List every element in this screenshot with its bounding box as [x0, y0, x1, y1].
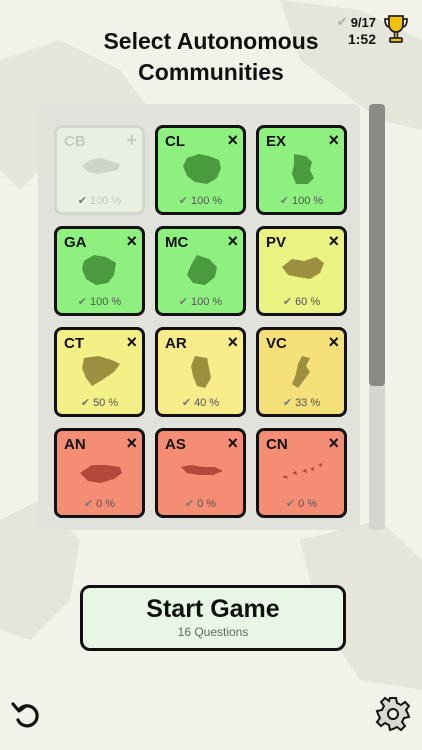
region-tile-ga[interactable]: GA × ✔ 100 % — [54, 226, 145, 316]
region-score: ✔ 0 % — [158, 497, 243, 510]
region-score: ✔ 100 % — [57, 194, 142, 207]
catalonia-shape-icon — [82, 356, 120, 386]
region-percent: 100 % — [191, 195, 223, 207]
aragon-shape-icon — [191, 356, 211, 388]
region-code: AN — [64, 436, 86, 453]
region-tile-cn[interactable]: CN × ✔ 0 % — [256, 428, 347, 518]
region-tile-ar[interactable]: AR × ✔ 40 % — [155, 327, 246, 417]
check-icon: ✔ — [80, 397, 91, 409]
region-percent: 33 % — [295, 397, 321, 409]
region-code: CB — [64, 133, 86, 150]
region-score: ✔ 100 % — [158, 194, 243, 207]
remove-icon[interactable]: × — [126, 433, 137, 453]
castilla-leon-shape-icon — [183, 154, 221, 184]
region-percent: 0 % — [298, 498, 318, 510]
region-tile-ct[interactable]: CT × ✔ 50 % — [54, 327, 145, 417]
check-icon: ✔ — [282, 397, 293, 409]
region-percent: 100 % — [90, 195, 122, 207]
regions-grid: CB + ✔ 100 % CL × ✔ 100 % EX × ✔ 100 % GA × ✔ 100 % MC × ✔… — [54, 125, 347, 518]
region-percent: 0 % — [96, 498, 116, 510]
region-percent: 0 % — [197, 498, 217, 510]
region-score: ✔ 0 % — [57, 497, 142, 510]
region-tile-as[interactable]: AS × ✔ 0 % — [155, 428, 246, 518]
canary-islands-shape-icon — [282, 463, 322, 479]
region-tile-an[interactable]: AN × ✔ 0 % — [54, 428, 145, 518]
remove-icon[interactable]: × — [328, 332, 339, 352]
region-percent: 100 % — [292, 195, 324, 207]
andalusia-shape-icon — [80, 465, 122, 483]
page-title: Select Autonomous Communities — [103, 28, 319, 85]
region-percent: 100 % — [90, 296, 122, 308]
asturias-shape-icon — [181, 465, 223, 475]
question-count: 16 Questions — [177, 625, 249, 639]
cantabria-shape-icon — [82, 158, 120, 174]
galicia-shape-icon — [82, 255, 116, 285]
pais-vasco-shape-icon — [282, 257, 324, 279]
region-percent: 50 % — [93, 397, 119, 409]
region-code: EX — [266, 133, 287, 150]
check-icon: ✔ — [181, 397, 192, 409]
remove-icon[interactable]: × — [328, 231, 339, 251]
murcia-shape-icon — [187, 255, 217, 285]
remove-icon[interactable]: × — [328, 433, 339, 453]
region-tile-cb[interactable]: CB + ✔ 100 % — [54, 125, 145, 215]
region-code: VC — [266, 335, 287, 352]
region-code: AS — [165, 436, 186, 453]
check-icon: ✔ — [285, 498, 296, 510]
region-code: CT — [64, 335, 84, 352]
start-game-label: Start Game — [146, 595, 280, 623]
undo-icon[interactable] — [10, 698, 44, 732]
check-icon: ✔ — [178, 195, 188, 207]
check-icon: ✔ — [279, 195, 289, 207]
region-score: ✔ 0 % — [259, 497, 344, 510]
region-score: ✔ 100 % — [57, 295, 142, 308]
region-code: CN — [266, 436, 288, 453]
check-icon: ✔ — [282, 296, 293, 308]
timer: 1:52 — [347, 31, 376, 47]
region-code: PV — [266, 234, 287, 251]
extremadura-shape-icon — [292, 154, 314, 184]
check-icon: ✔ — [77, 296, 87, 308]
remove-icon[interactable]: × — [227, 332, 238, 352]
gear-icon[interactable] — [375, 696, 411, 732]
region-code: AR — [165, 335, 187, 352]
remove-icon[interactable]: × — [328, 130, 339, 150]
region-tile-cl[interactable]: CL × ✔ 100 % — [155, 125, 246, 215]
check-icon: ✔ — [336, 14, 348, 29]
region-percent: 100 % — [191, 296, 223, 308]
trophy-icon[interactable] — [382, 14, 410, 46]
region-percent: 60 % — [295, 296, 321, 308]
region-tile-ex[interactable]: EX × ✔ 100 % — [256, 125, 347, 215]
check-icon: ✔ — [184, 498, 195, 510]
region-score: ✔ 33 % — [259, 396, 344, 409]
valencia-shape-icon — [292, 356, 310, 388]
remove-icon[interactable]: × — [126, 231, 137, 251]
remove-icon[interactable]: × — [227, 433, 238, 453]
scrollbar[interactable] — [369, 104, 385, 530]
check-icon: ✔ — [77, 195, 87, 207]
region-score: ✔ 100 % — [259, 194, 344, 207]
region-score: ✔ 60 % — [259, 295, 344, 308]
region-tile-vc[interactable]: VC × ✔ 33 % — [256, 327, 347, 417]
region-code: MC — [165, 234, 189, 251]
remove-icon[interactable]: × — [126, 332, 137, 352]
region-score: ✔ 50 % — [57, 396, 142, 409]
remove-icon[interactable]: × — [227, 231, 238, 251]
region-percent: 40 % — [194, 397, 220, 409]
region-score: ✔ 100 % — [158, 295, 243, 308]
start-game-button[interactable]: Start Game 16 Questions — [80, 585, 346, 651]
region-tile-mc[interactable]: MC × ✔ 100 % — [155, 226, 246, 316]
progress-count: 9/17 — [350, 14, 376, 30]
progress-stats: ✔ 9/17 1:52 — [337, 14, 376, 47]
region-code: CL — [165, 133, 185, 150]
remove-icon[interactable]: × — [227, 130, 238, 150]
region-score: ✔ 40 % — [158, 396, 243, 409]
add-icon[interactable]: + — [126, 130, 137, 150]
scrollbar-thumb[interactable] — [369, 104, 385, 386]
check-icon: ✔ — [178, 296, 188, 308]
region-code: GA — [64, 234, 87, 251]
check-icon: ✔ — [83, 498, 94, 510]
region-tile-pv[interactable]: PV × ✔ 60 % — [256, 226, 347, 316]
